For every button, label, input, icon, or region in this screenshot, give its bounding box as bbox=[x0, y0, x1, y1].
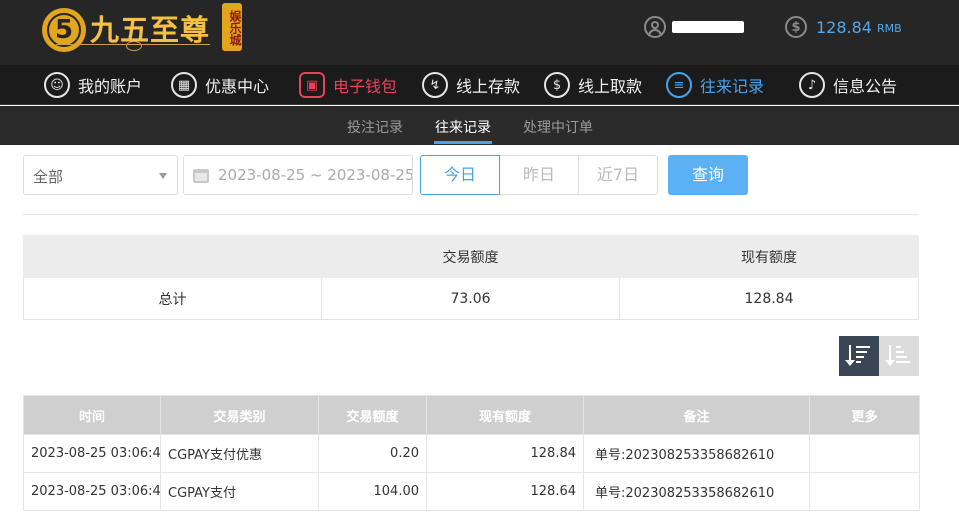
col-more: 更多 bbox=[809, 395, 920, 435]
wallet-balance: $ 128.84 RMB bbox=[785, 16, 902, 38]
col-type: 交易类别 bbox=[160, 395, 319, 435]
nav-online-withdraw[interactable]: $ 线上取款 bbox=[544, 70, 642, 100]
user-avatar-icon bbox=[644, 16, 666, 38]
nav-announcements[interactable]: ♪ 信息公告 bbox=[799, 70, 897, 100]
cell-balance: 128.64 bbox=[426, 472, 584, 511]
nav-e-wallet[interactable]: ▣ 电子钱包 bbox=[299, 70, 397, 100]
nav-label: 信息公告 bbox=[833, 77, 898, 96]
calendar-icon bbox=[193, 169, 209, 183]
nav-label: 优惠中心 bbox=[205, 77, 270, 96]
cell-more[interactable] bbox=[809, 434, 920, 473]
quick-7days-button[interactable]: 近7日 bbox=[578, 155, 658, 195]
nav-label: 我的账户 bbox=[78, 77, 143, 96]
deposit-icon: ↯ bbox=[422, 72, 448, 98]
cell-type: CGPAY支付优惠 bbox=[160, 434, 319, 473]
logo-text: 九五至尊 bbox=[90, 13, 211, 47]
summary-header-amount: 交易额度 bbox=[321, 235, 620, 278]
balance-amount: 128.84 bbox=[816, 17, 872, 37]
user-info[interactable] bbox=[644, 16, 744, 38]
active-tab-indicator bbox=[434, 141, 492, 144]
summary-transaction-total: 73.06 bbox=[321, 277, 620, 320]
bell-icon: ♪ bbox=[799, 72, 825, 98]
cell-type: CGPAY支付 bbox=[160, 472, 319, 511]
col-note: 备注 bbox=[583, 395, 810, 435]
summary-header-blank bbox=[23, 235, 322, 278]
query-button[interactable]: 查询 bbox=[668, 155, 748, 195]
sort-ascending-icon bbox=[885, 345, 912, 367]
date-range-input[interactable]: 2023-08-25 ~ 2023-08-25 bbox=[183, 155, 413, 195]
table-header-row: 时间 交易类别 交易额度 现有额度 备注 更多 bbox=[23, 395, 920, 435]
nav-my-account[interactable]: ☺ 我的账户 bbox=[44, 70, 142, 100]
divider bbox=[23, 214, 919, 215]
nav-label: 线上存款 bbox=[456, 77, 521, 96]
nav-label: 往来记录 bbox=[700, 77, 765, 96]
tab-pending-orders[interactable]: 处理中订单 bbox=[523, 117, 593, 137]
nav-label: 线上取款 bbox=[578, 77, 643, 96]
withdraw-icon: $ bbox=[544, 72, 570, 98]
balance-currency: RMB bbox=[876, 22, 902, 35]
tab-transaction-records[interactable]: 往来记录 bbox=[435, 117, 491, 137]
cell-more[interactable] bbox=[809, 472, 920, 511]
cell-time: 2023-08-25 03:06:43 bbox=[23, 434, 161, 473]
transaction-type-select[interactable]: 全部 bbox=[23, 155, 178, 195]
quick-yesterday-button[interactable]: 昨日 bbox=[499, 155, 579, 195]
date-range-value: 2023-08-25 ~ 2023-08-25 bbox=[218, 166, 413, 184]
summary-table: 交易额度 现有额度 总计 73.06 128.84 bbox=[23, 235, 919, 320]
table-row: 2023-08-25 03:06:43 CGPAY支付 104.00 128.6… bbox=[23, 472, 920, 511]
summary-row-label: 总计 bbox=[23, 277, 322, 320]
summary-current-balance: 128.84 bbox=[619, 277, 919, 320]
nav-promotions[interactable]: ▦ 优惠中心 bbox=[171, 70, 269, 100]
wallet-icon: ▣ bbox=[299, 72, 325, 98]
nav-online-deposit[interactable]: ↯ 线上存款 bbox=[422, 70, 520, 100]
dollar-coin-icon: $ bbox=[785, 16, 807, 38]
top-header: 5 九五至尊 娱乐城 $ 128.84 RMB bbox=[0, 0, 959, 65]
logo-ornament bbox=[56, 41, 210, 51]
sort-ascending-button[interactable] bbox=[879, 336, 919, 376]
sub-nav: 投注记录 往来记录 处理中订单 bbox=[0, 106, 959, 145]
cell-note: 单号:202308253358682610 bbox=[583, 472, 810, 511]
records-icon: ≡ bbox=[666, 72, 692, 98]
cell-amount: 104.00 bbox=[318, 472, 427, 511]
quick-today-button[interactable]: 今日 bbox=[420, 155, 500, 195]
transactions-table: 时间 交易类别 交易额度 现有额度 备注 更多 2023-08-25 03:06… bbox=[23, 395, 920, 511]
cell-time: 2023-08-25 03:06:43 bbox=[23, 472, 161, 511]
col-amount: 交易额度 bbox=[318, 395, 427, 435]
chevron-down-icon bbox=[159, 173, 167, 179]
cell-amount: 0.20 bbox=[318, 434, 427, 473]
sort-descending-button[interactable] bbox=[839, 336, 879, 376]
summary-header-balance: 现有额度 bbox=[619, 235, 919, 278]
nav-records[interactable]: ≡ 往来记录 bbox=[666, 70, 764, 100]
gift-icon: ▦ bbox=[171, 72, 197, 98]
sort-descending-icon bbox=[845, 345, 872, 367]
user-icon: ☺ bbox=[44, 72, 70, 98]
select-value: 全部 bbox=[33, 168, 64, 186]
username-redacted bbox=[672, 21, 744, 33]
logo-badge: 娱乐城 bbox=[222, 3, 242, 51]
cell-note: 单号:202308253358682610 bbox=[583, 434, 810, 473]
table-row: 2023-08-25 03:06:43 CGPAY支付优惠 0.20 128.8… bbox=[23, 434, 920, 473]
col-time: 时间 bbox=[23, 395, 161, 435]
main-nav: ☺ 我的账户 ▦ 优惠中心 ▣ 电子钱包 ↯ 线上存款 $ 线上取款 ≡ 往来记… bbox=[0, 65, 959, 143]
nav-label: 电子钱包 bbox=[333, 77, 398, 96]
tab-bet-records[interactable]: 投注记录 bbox=[347, 117, 403, 137]
cell-balance: 128.84 bbox=[426, 434, 584, 473]
col-balance: 现有额度 bbox=[426, 395, 584, 435]
